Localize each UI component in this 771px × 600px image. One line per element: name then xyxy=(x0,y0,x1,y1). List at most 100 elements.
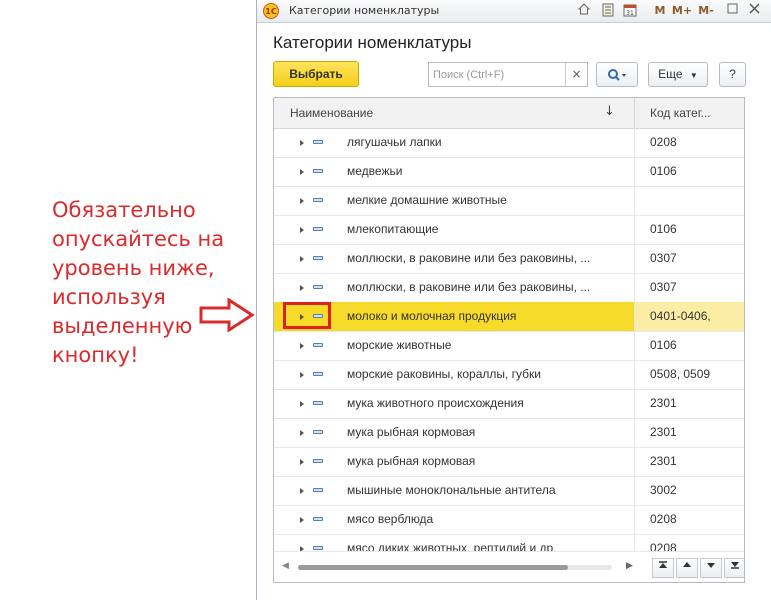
scroll-right-icon[interactable]: ▶ xyxy=(626,561,633,571)
more-button[interactable]: Еще ▼ xyxy=(648,62,708,87)
table-row[interactable]: молоко и молочная продукция 0401-0406, xyxy=(274,302,744,332)
table-row[interactable]: млекопитающие 0106 xyxy=(274,215,744,245)
expand-arrow-icon[interactable] xyxy=(300,488,304,494)
expand-arrow-icon[interactable] xyxy=(300,372,304,378)
row-name: морские животные xyxy=(347,338,452,352)
memory-add-button[interactable]: M+ xyxy=(671,3,693,19)
expand-arrow-icon[interactable] xyxy=(300,459,304,465)
search-options-button[interactable] xyxy=(596,62,638,87)
page-up-button[interactable] xyxy=(676,558,698,578)
column-divider xyxy=(634,244,635,273)
row-name: мелкие домашние животные xyxy=(347,193,507,207)
row-name: молоко и молочная продукция xyxy=(347,309,517,323)
column-header-code[interactable]: Код катег... xyxy=(650,106,711,120)
arrow-down-icon xyxy=(707,563,715,568)
expand-arrow-icon[interactable] xyxy=(300,227,304,233)
calendar-icon[interactable]: 31 xyxy=(623,3,637,19)
expand-arrow-icon[interactable] xyxy=(300,401,304,407)
row-name: мука животного происхождения xyxy=(347,396,524,410)
row-name: мясо верблюда xyxy=(347,512,434,526)
sort-descending-icon: ↓ xyxy=(604,104,615,119)
table-row[interactable]: мышиные моноклональные антитела 3002 xyxy=(274,476,744,506)
app-window: 1С Категории номенклатуры 31 M M+ M- Кат… xyxy=(256,0,771,600)
restore-window-icon[interactable] xyxy=(725,3,739,19)
arrow-up-icon xyxy=(683,562,691,567)
app-logo: 1С xyxy=(263,3,279,19)
group-icon xyxy=(313,198,323,202)
table-row[interactable]: моллюски, в раковине или без раковины, .… xyxy=(274,244,744,274)
table-row[interactable]: мясо верблюда 0208 xyxy=(274,505,744,535)
row-name: медвежьи xyxy=(347,164,403,178)
expand-arrow-icon[interactable] xyxy=(300,343,304,349)
memory-subtract-button[interactable]: M- xyxy=(695,3,717,19)
clear-search-button[interactable]: × xyxy=(565,63,587,86)
close-icon[interactable] xyxy=(747,3,761,19)
group-icon xyxy=(313,488,323,492)
go-to-last-button[interactable] xyxy=(724,558,744,578)
expand-arrow-icon[interactable] xyxy=(300,169,304,175)
row-code: 0106 xyxy=(650,338,677,352)
row-name: мышиные моноклональные антитела xyxy=(347,483,556,497)
row-name: мука рыбная кормовая xyxy=(347,454,476,468)
column-divider xyxy=(634,157,635,186)
go-to-first-button[interactable] xyxy=(652,558,674,578)
window-title: Категории номенклатуры xyxy=(289,4,440,17)
horizontal-scrollbar[interactable]: ◀ ▶ xyxy=(274,551,744,582)
column-divider[interactable] xyxy=(634,98,635,128)
table-row[interactable]: мука животного происхождения 2301 xyxy=(274,389,744,419)
group-icon xyxy=(313,140,323,144)
row-code: 0401-0406, xyxy=(650,309,711,323)
group-icon xyxy=(313,430,323,434)
column-divider xyxy=(634,215,635,244)
group-icon xyxy=(313,546,323,550)
search-icon xyxy=(608,68,626,81)
page-down-button[interactable] xyxy=(700,558,722,578)
column-divider xyxy=(634,476,635,505)
home-icon[interactable] xyxy=(577,3,591,19)
row-code: 0208 xyxy=(650,512,677,526)
search-input[interactable] xyxy=(433,64,567,86)
expand-arrow-icon[interactable] xyxy=(300,285,304,291)
scroll-thumb[interactable] xyxy=(298,565,568,570)
expand-arrow-icon[interactable] xyxy=(300,256,304,262)
more-label: Еще xyxy=(658,67,683,81)
annotation-line: уровень ниже, xyxy=(52,256,215,280)
table-row[interactable]: мелкие домашние животные xyxy=(274,186,744,216)
column-divider xyxy=(634,505,635,534)
calculator-icon[interactable] xyxy=(601,3,615,19)
help-button[interactable]: ? xyxy=(719,62,746,87)
title-bar: 1С Категории номенклатуры 31 M M+ M- xyxy=(257,0,771,23)
column-divider xyxy=(634,273,635,302)
column-divider xyxy=(634,302,635,331)
table-row[interactable]: морские раковины, кораллы, губки 0508, 05… xyxy=(274,360,744,390)
group-icon xyxy=(313,401,323,405)
table-header: Наименование ↓ Код катег... xyxy=(274,98,744,129)
table-row[interactable]: морские животные 0106 xyxy=(274,331,744,361)
column-divider xyxy=(634,418,635,447)
table-row[interactable]: лягушачьи лапки 0208 xyxy=(274,128,744,158)
highlight-box xyxy=(283,302,331,329)
table-row[interactable]: моллюски, в раковине или без раковины, .… xyxy=(274,273,744,303)
expand-arrow-icon[interactable] xyxy=(300,430,304,436)
categories-table: Наименование ↓ Код катег... лягушачьи ла… xyxy=(273,97,745,583)
expand-arrow-icon[interactable] xyxy=(300,198,304,204)
row-code: 0208 xyxy=(650,135,677,149)
go-to-first-icon xyxy=(659,561,667,568)
column-divider xyxy=(634,389,635,418)
row-name: морские раковины, кораллы, губки xyxy=(347,367,542,381)
row-code: 0307 xyxy=(650,251,677,265)
search-box: × xyxy=(428,62,588,87)
group-icon xyxy=(313,256,323,260)
scroll-track[interactable] xyxy=(298,565,612,570)
row-code: 0307 xyxy=(650,280,677,294)
scroll-left-icon[interactable]: ◀ xyxy=(282,561,289,571)
select-button[interactable]: Выбрать xyxy=(273,61,359,87)
expand-arrow-icon[interactable] xyxy=(300,517,304,523)
memory-button[interactable]: M xyxy=(653,3,667,19)
expand-arrow-icon[interactable] xyxy=(300,140,304,146)
table-row[interactable]: медвежьи 0106 xyxy=(274,157,744,187)
row-code: 2301 xyxy=(650,396,677,410)
table-row[interactable]: мука рыбная кормовая 2301 xyxy=(274,447,744,477)
column-header-name[interactable]: Наименование xyxy=(290,106,373,120)
table-row[interactable]: мука рыбная кормовая 2301 xyxy=(274,418,744,448)
